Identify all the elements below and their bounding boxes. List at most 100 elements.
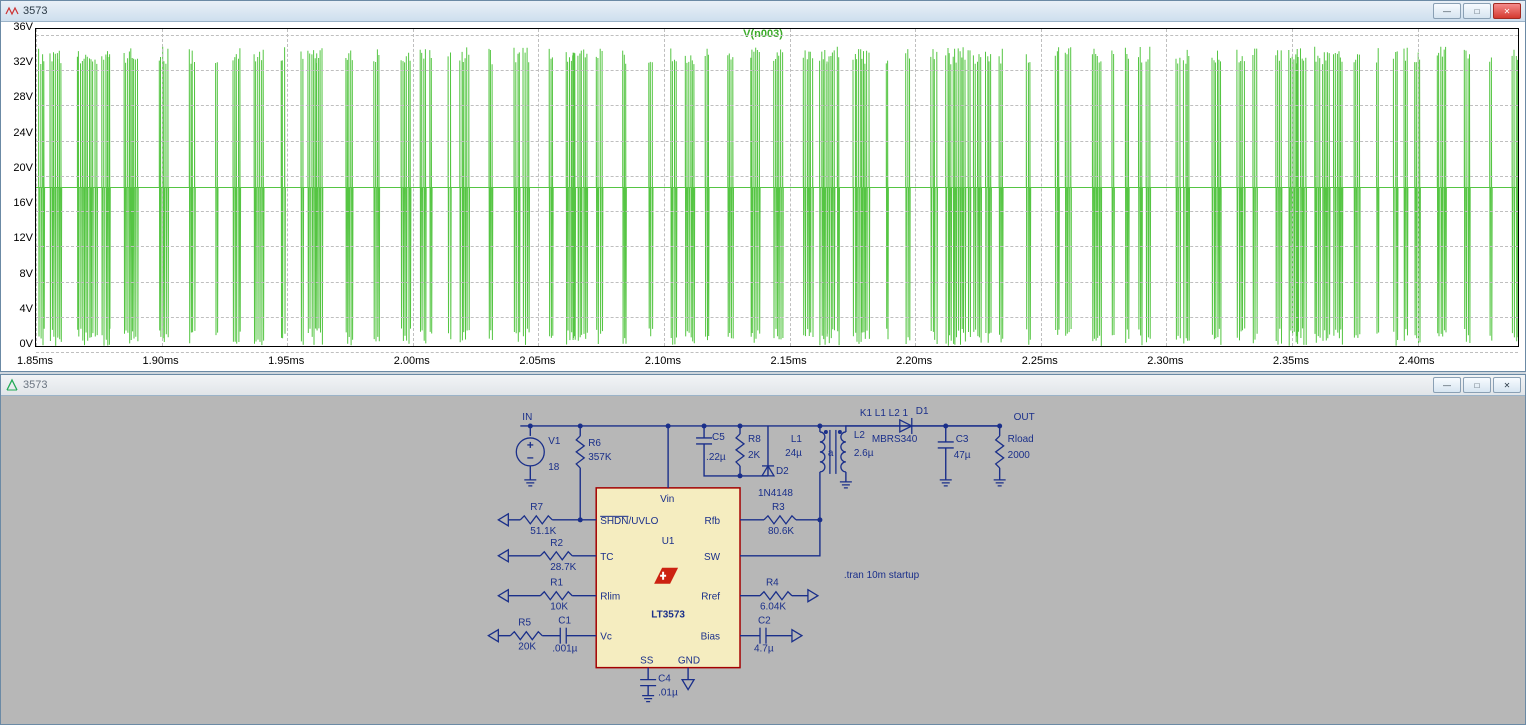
l1-ref: L1 — [791, 434, 803, 445]
schematic-close-button[interactable]: ✕ — [1493, 377, 1521, 393]
x-tick-label: 1.90ms — [143, 355, 179, 367]
waveform-trace — [36, 29, 1518, 346]
chip-u1[interactable]: Vin SHDN/UVLO TC Rlim Vc SS Rfb SW Rref … — [596, 488, 740, 668]
l1-val: 24µ — [785, 448, 802, 459]
schematic-titlebar[interactable]: 3573 — □ ✕ — [1, 375, 1525, 396]
y-tick-label: 28V — [3, 91, 33, 103]
waveform-maximize-button[interactable]: □ — [1463, 3, 1491, 19]
component-c4[interactable]: C4 .01µ — [640, 668, 678, 702]
waveform-window: 3573 — □ ✕ V(n003) 0V4V8V12V16V20V24V28V… — [0, 0, 1526, 372]
d1-ref: D1 — [916, 406, 929, 417]
pin-gnd-label: GND — [678, 656, 700, 667]
waveform-minimize-button[interactable]: — — [1433, 3, 1461, 19]
pin-sw-label: SW — [704, 552, 721, 563]
pin-bias-label: Bias — [701, 632, 720, 643]
close-glyph: ✕ — [1504, 7, 1511, 16]
x-tick-label: 1.85ms — [17, 355, 53, 367]
pin-rref-label: Rref — [701, 592, 720, 603]
component-rload[interactable]: Rload 2000 — [994, 426, 1034, 486]
r2-val: 28.7K — [550, 562, 576, 573]
c3-val: 47µ — [954, 450, 971, 461]
d1-val: MBRS340 — [872, 434, 918, 445]
component-c2[interactable]: C2 4.7µ — [740, 616, 802, 655]
l2-ref: L2 — [854, 430, 866, 441]
x-tick-label: 2.25ms — [1022, 355, 1058, 367]
r4-val: 6.04K — [760, 602, 786, 613]
r8-val: 2K — [748, 450, 761, 461]
r7-ref: R7 — [530, 502, 543, 513]
x-tick-label: 2.00ms — [394, 355, 430, 367]
y-tick-label: 20V — [3, 162, 33, 174]
r2-ref: R2 — [550, 538, 563, 549]
pin-vin-label: Vin — [660, 494, 674, 505]
schematic-drawing: Vin SHDN/UVLO TC Rlim Vc SS Rfb SW Rref … — [1, 396, 1525, 724]
y-tick-label: 32V — [3, 56, 33, 68]
y-tick-label: 12V — [3, 232, 33, 244]
min-glyph: — — [1443, 381, 1451, 390]
net-in-label: IN — [522, 412, 532, 423]
l2-val: 2.6µ — [854, 448, 874, 459]
schematic-title: 3573 — [23, 379, 47, 391]
pin-shdn-label: SHDN/UVLO — [600, 516, 658, 527]
x-tick-label: 2.35ms — [1273, 355, 1309, 367]
c1-val: .001µ — [552, 644, 577, 655]
component-r7[interactable]: R7 51.1K — [498, 502, 580, 537]
c4-ref: C4 — [658, 674, 671, 685]
component-r5[interactable]: R5 20K — [488, 618, 542, 653]
component-r4[interactable]: R4 6.04K — [740, 578, 818, 613]
r4-ref: R4 — [766, 578, 779, 589]
r1-val: 10K — [550, 602, 568, 613]
r5-val: 20K — [518, 642, 536, 653]
schematic-canvas[interactable]: Vin SHDN/UVLO TC Rlim Vc SS Rfb SW Rref … — [1, 396, 1525, 724]
max-glyph: □ — [1475, 7, 1480, 16]
waveform-titlebar[interactable]: 3573 — □ ✕ — [1, 1, 1525, 22]
plot-frame — [35, 28, 1519, 347]
c5-val: .22µ — [706, 452, 726, 463]
r3-val: 80.6K — [768, 526, 794, 537]
spice-directive[interactable]: .tran 10m startup — [844, 570, 920, 581]
waveform-window-buttons: — □ ✕ — [1433, 3, 1521, 19]
c1-ref: C1 — [558, 616, 571, 627]
d2-val: 1N4148 — [758, 488, 793, 499]
component-r1[interactable]: R1 10K — [498, 578, 596, 613]
pin-rfb-label: Rfb — [705, 516, 721, 527]
component-r8[interactable]: R8 2K — [736, 426, 761, 476]
pin-tc-label: TC — [600, 552, 613, 563]
component-r2[interactable]: R2 28.7K — [498, 538, 596, 573]
y-tick-label: 4V — [3, 303, 33, 315]
pin-vc-label: Vc — [600, 632, 612, 643]
v1-val: 18 — [548, 462, 560, 473]
max-glyph: □ — [1475, 381, 1480, 390]
waveform-close-button[interactable]: ✕ — [1493, 3, 1521, 19]
c5-ref: C5 — [712, 432, 725, 443]
schematic-maximize-button[interactable]: □ — [1463, 377, 1491, 393]
x-tick-label: 2.10ms — [645, 355, 681, 367]
x-tick-label: 2.40ms — [1398, 355, 1434, 367]
component-r3[interactable]: R3 80.6K — [740, 502, 822, 537]
app-root: 3573 — □ ✕ V(n003) 0V4V8V12V16V20V24V28V… — [0, 0, 1526, 725]
waveform-plot-area[interactable]: V(n003) 0V4V8V12V16V20V24V28V32V36V1.85m… — [1, 22, 1525, 371]
r1-ref: R1 — [550, 578, 563, 589]
x-tick-label: 2.30ms — [1147, 355, 1183, 367]
y-tick-label: 16V — [3, 197, 33, 209]
r5-ref: R5 — [518, 618, 531, 629]
x-tick-label: 2.05ms — [519, 355, 555, 367]
pin-ss-label: SS — [640, 656, 654, 667]
x-tick-label: 1.95ms — [268, 355, 304, 367]
pin-rlim-label: Rlim — [600, 592, 620, 603]
x-tick-label: 2.15ms — [771, 355, 807, 367]
r8-ref: R8 — [748, 434, 761, 445]
schematic-window-buttons: — □ ✕ — [1433, 377, 1521, 393]
component-c3[interactable]: C3 47µ — [938, 426, 971, 486]
component-c1[interactable]: C1 .001µ — [542, 616, 596, 655]
schematic-minimize-button[interactable]: — — [1433, 377, 1461, 393]
r6-ref: R6 — [588, 438, 601, 449]
min-glyph: — — [1443, 7, 1451, 16]
component-l2[interactable]: L2 2.6µ — [838, 426, 1000, 488]
coupling-directive: K1 L1 L2 1 — [860, 408, 909, 419]
component-v1[interactable]: V1 18 — [516, 426, 561, 486]
component-c5[interactable]: C5 .22µ — [696, 426, 740, 476]
rload-val: 2000 — [1008, 450, 1031, 461]
schematic-window: 3573 — □ ✕ Vin SHDN/UVLO TC Rlim Vc SS — [0, 374, 1526, 725]
x-tick-label: 2.20ms — [896, 355, 932, 367]
